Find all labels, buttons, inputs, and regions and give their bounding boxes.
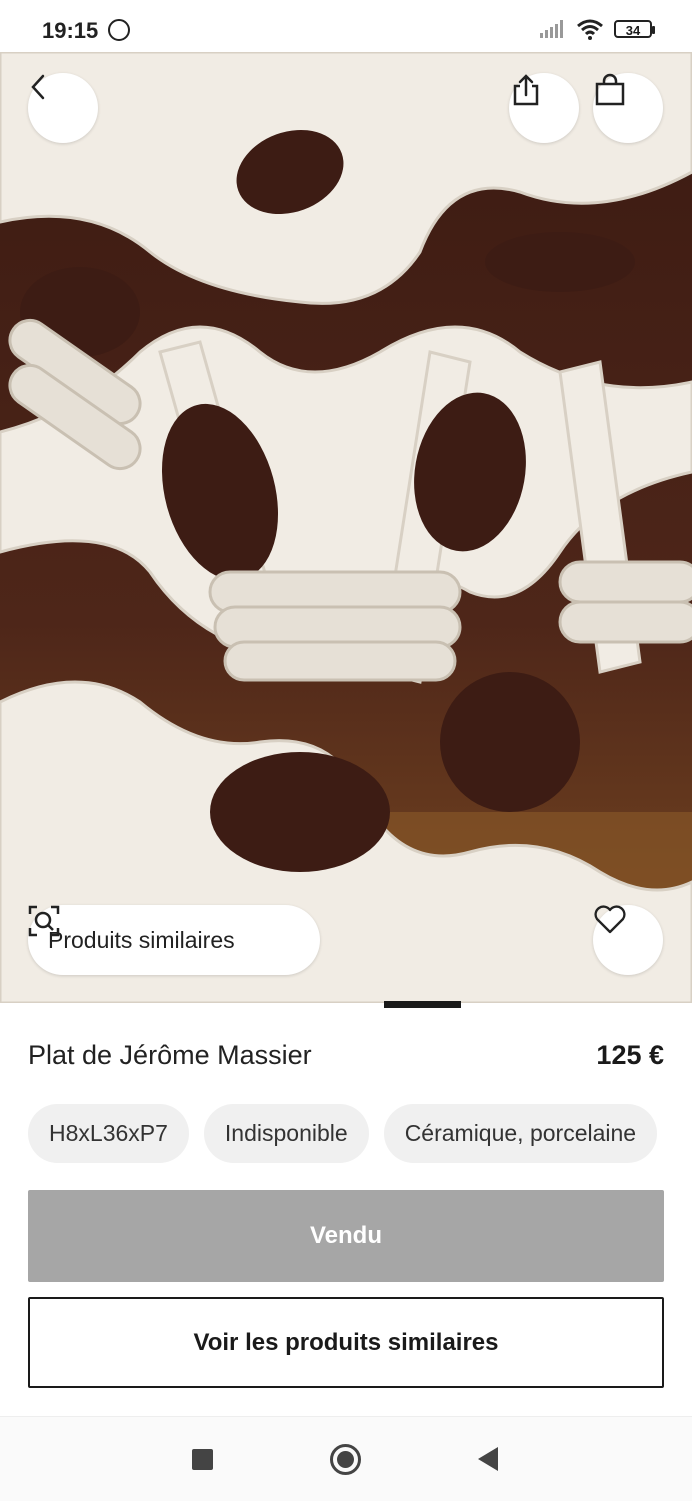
signal-icon [540,20,563,38]
chip-dimensions: H8xL36xP7 [28,1104,189,1163]
battery-icon: 34 [614,20,655,38]
status-time: 19:15 [42,18,99,43]
share-button[interactable] [509,73,579,143]
product-title-row: Plat de Jérôme Massier 125 € [28,1040,664,1071]
back-icon[interactable] [478,1447,498,1471]
nfc-icon [108,19,130,41]
back-button[interactable] [28,73,98,143]
cart-button[interactable] [593,73,663,143]
home-icon[interactable] [330,1444,361,1475]
favorite-button[interactable] [593,905,663,975]
sold-button: Vendu [28,1190,664,1282]
chip-material: Céramique, porcelaine [383,1104,658,1163]
status-icons: 34 [540,18,655,40]
see-similar-products-button[interactable]: Voir les produits similaires [28,1297,664,1388]
product-image[interactable]: Produits similaires [0,52,692,1003]
product-price: 125 € [596,1040,664,1070]
ceramic-plate-image [0,52,692,1003]
image-carousel-indicator [384,1001,461,1008]
recent-apps-icon[interactable] [192,1449,213,1470]
product-attribute-chips: H8xL36xP7 Indisponible Céramique, porcel… [28,1104,658,1163]
wifi-icon [577,19,603,40]
share-icon [513,74,539,106]
chevron-left-icon [31,74,45,100]
chip-availability: Indisponible [203,1104,369,1163]
similar-products-label: Produits similaires [48,926,235,953]
system-nav-bar [0,1416,692,1501]
similar-products-pill[interactable]: Produits similaires [28,905,320,975]
visual-search-icon [28,905,60,937]
product-title: Plat de Jérôme Massier [28,1040,312,1070]
status-bar: 19:15 34 [0,0,692,52]
shopping-bag-icon [595,73,625,106]
heart-icon [594,905,626,934]
